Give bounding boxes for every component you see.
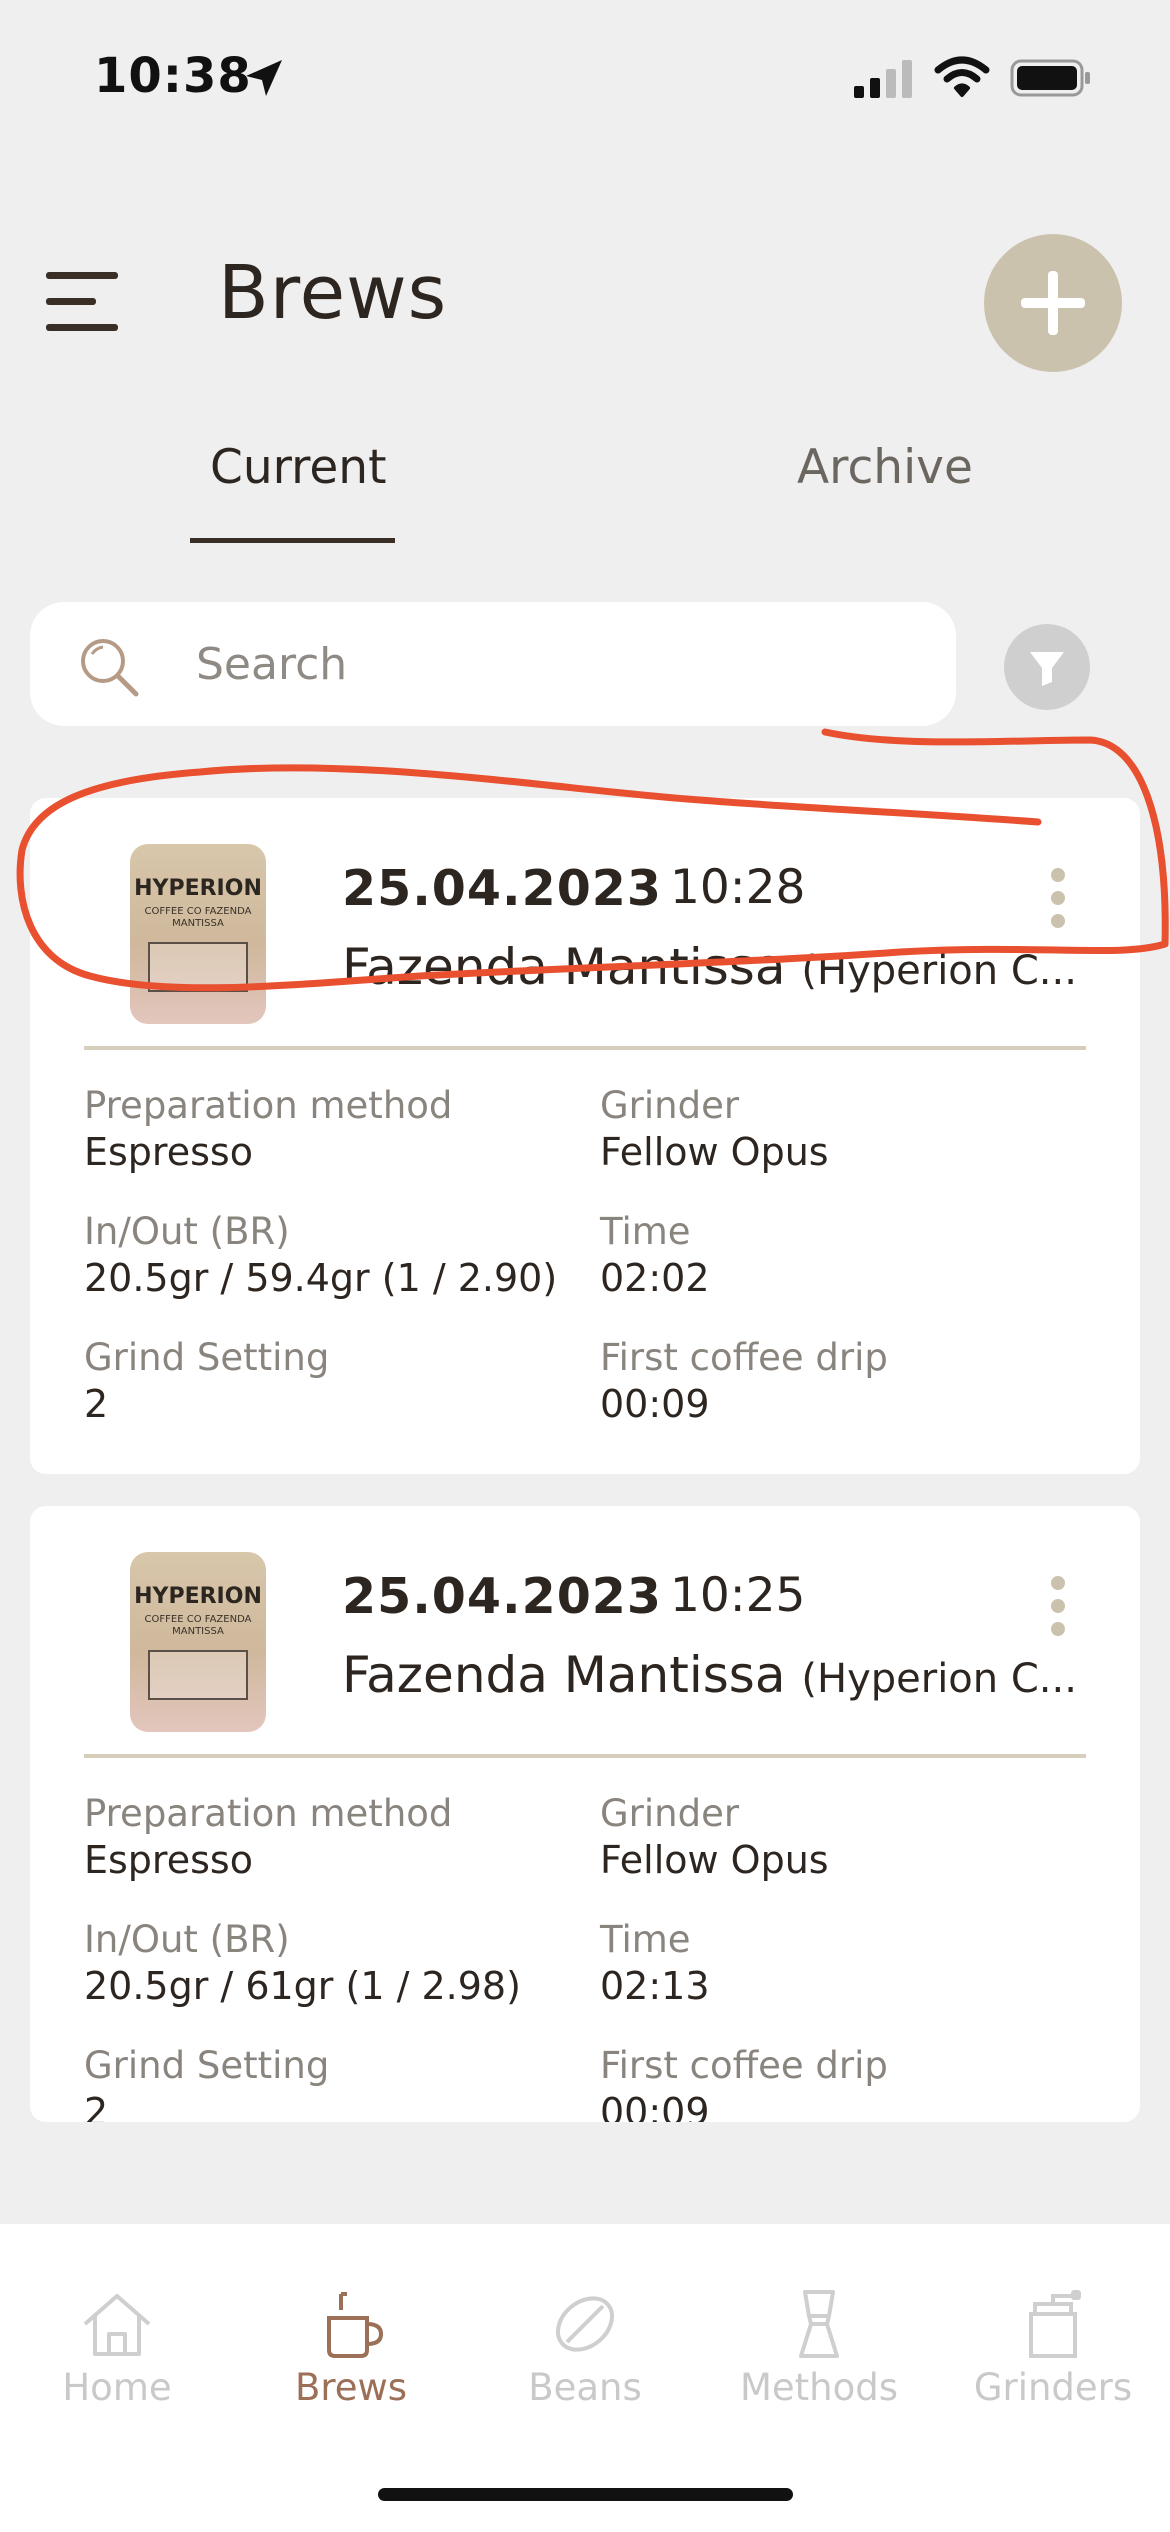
search-bar[interactable] [30,602,956,726]
bean-icon [556,2296,614,2352]
first-drip-value: 00:09 [600,2090,710,2122]
wifi-icon [934,56,990,97]
inout-value: 20.5gr / 59.4gr (1 / 2.90) [84,1256,558,1300]
active-tab-indicator [190,538,395,543]
brew-card[interactable]: HYPERION COFFEE CO FAZENDA MANTISSA 25.0… [30,798,1140,1474]
more-options-icon[interactable] [1048,868,1068,928]
time-label: Time [600,1918,691,1961]
nav-beans-label: Beans [528,2366,642,2409]
grind-setting-value: 2 [84,2090,109,2122]
grind-setting-label: Grind Setting [84,1336,330,1379]
search-input[interactable] [196,632,896,696]
card-divider [84,1046,1086,1050]
time-value: 02:13 [600,1964,710,2008]
thumbnail-subtext: COFFEE CO FAZENDA MANTISSA [144,906,252,929]
home-indicator [378,2488,793,2501]
status-bar: 10:38 [0,0,1170,150]
time-value: 02:02 [600,1256,710,1300]
bottom-navigation: Home Brews Beans Methods Grinders [0,2224,1170,2532]
bean-thumbnail: HYPERION COFFEE CO FAZENDA MANTISSA [130,844,266,1024]
thumbnail-brand: HYPERION [134,876,262,901]
brew-card[interactable]: HYPERION COFFEE CO FAZENDA MANTISSA 25.0… [30,1506,1140,2122]
nav-grinders[interactable]: Grinders [936,2284,1170,2409]
moka-pot-icon [799,2290,839,2358]
method-label: Preparation method [84,1792,453,1835]
brew-time: 10:28 [670,860,806,915]
nav-methods[interactable]: Methods [702,2284,936,2409]
grinder-value: Fellow Opus [600,1838,829,1882]
thumbnail-label-box [148,942,248,992]
thumbnail-brand: HYPERION [134,1584,262,1609]
search-icon [81,639,139,697]
bean-name: Fazenda Mantissa (Hyperion C... [342,1646,1112,1704]
grind-setting-value: 2 [84,1382,109,1426]
bean-name: Fazenda Mantissa (Hyperion C... [342,938,1112,996]
filter-icon [1030,652,1064,686]
time-label: Time [600,1210,691,1253]
bean-name-text: Fazenda Mantissa [342,938,786,996]
status-time: 10:38 [94,48,252,104]
more-options-icon[interactable] [1048,1576,1068,1636]
grinder-icon [1029,2290,1081,2358]
nav-home-label: Home [62,2366,172,2409]
brew-date: 25.04.2023 [342,860,662,917]
page-title: Brews [218,250,448,336]
home-icon [83,2294,151,2356]
add-brew-button[interactable] [984,234,1122,372]
nav-grinders-label: Grinders [973,2366,1133,2409]
bean-thumbnail: HYPERION COFFEE CO FAZENDA MANTISSA [130,1552,266,1732]
brew-date: 25.04.2023 [342,1568,662,1625]
grinder-label: Grinder [600,1084,740,1127]
menu-icon[interactable] [46,272,122,332]
nav-home[interactable]: Home [0,2284,234,2409]
card-divider [84,1754,1086,1758]
nav-beans[interactable]: Beans [468,2284,702,2409]
bean-name-text: Fazenda Mantissa [342,1646,786,1704]
cup-icon [327,2292,384,2358]
first-drip-label: First coffee drip [600,1336,888,1379]
brew-time: 10:25 [670,1568,806,1623]
roaster-name: (Hyperion C... [801,1656,1077,1702]
inout-label: In/Out (BR) [84,1210,290,1253]
battery-icon [1010,59,1090,97]
tab-current[interactable]: Current [210,440,387,495]
roaster-name: (Hyperion C... [801,948,1077,994]
filter-button[interactable] [1004,624,1090,710]
nav-methods-label: Methods [739,2366,899,2409]
first-drip-value: 00:09 [600,1382,710,1426]
grinder-value: Fellow Opus [600,1130,829,1174]
inout-label: In/Out (BR) [84,1918,290,1961]
first-drip-label: First coffee drip [600,2044,888,2087]
tab-archive[interactable]: Archive [797,440,973,495]
method-value: Espresso [84,1130,253,1174]
grinder-label: Grinder [600,1792,740,1835]
cellular-signal-icon [854,60,912,98]
method-label: Preparation method [84,1084,453,1127]
thumbnail-label-box [148,1650,248,1700]
nav-brews-label: Brews [294,2366,408,2409]
inout-value: 20.5gr / 61gr (1 / 2.98) [84,1964,521,2008]
location-arrow-icon [246,60,282,96]
method-value: Espresso [84,1838,253,1882]
grind-setting-label: Grind Setting [84,2044,330,2087]
thumbnail-subtext: COFFEE CO FAZENDA MANTISSA [144,1614,252,1637]
nav-brews[interactable]: Brews [234,2284,468,2409]
